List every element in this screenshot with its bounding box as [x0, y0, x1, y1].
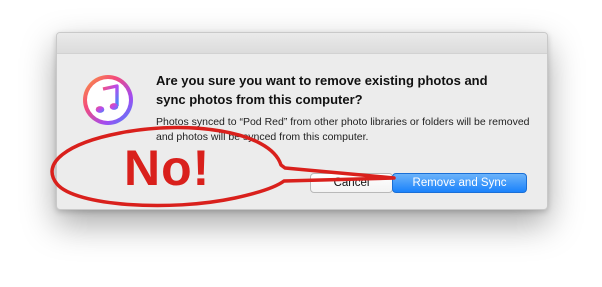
dialog-message: Photos synced to “Pod Red” from other ph…	[156, 116, 530, 143]
dialog-titlebar	[57, 33, 547, 54]
cancel-button[interactable]: Cancel	[310, 173, 393, 193]
screenshot-stage: Are you sure you want to remove existing…	[0, 0, 602, 287]
remove-and-sync-button[interactable]: Remove and Sync	[392, 173, 527, 193]
no-annotation-text: No!	[124, 140, 211, 196]
itunes-icon	[83, 75, 133, 125]
dialog-headline: Are you sure you want to remove existing…	[156, 73, 488, 107]
